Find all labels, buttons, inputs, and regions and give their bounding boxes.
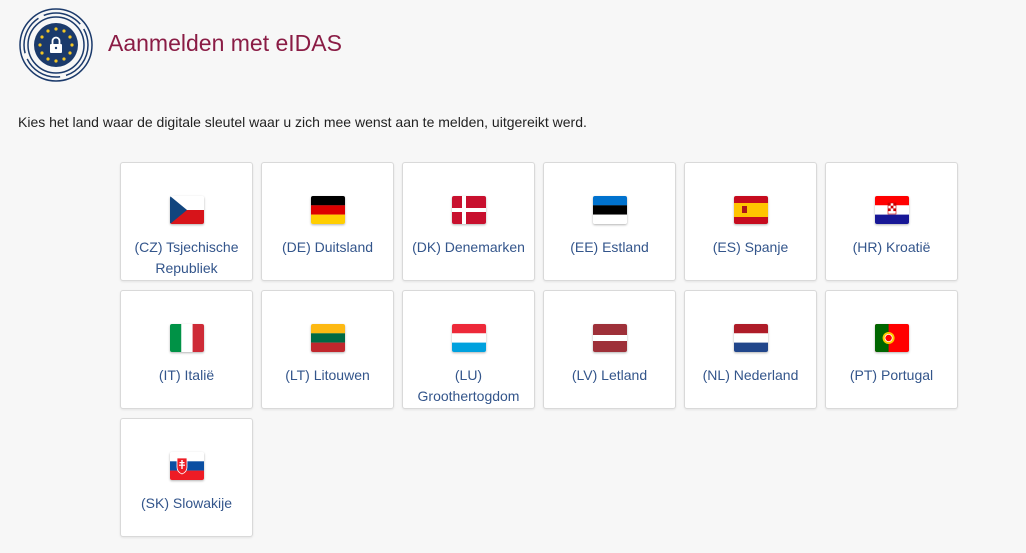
- country-card-hr[interactable]: (HR) Kroatië: [825, 162, 958, 281]
- country-card-lt[interactable]: (LT) Litouwen: [261, 290, 394, 409]
- country-card-it[interactable]: (IT) Italië: [120, 290, 253, 409]
- slovak-flag-icon: [169, 452, 204, 480]
- country-label[interactable]: (LV) Letland: [548, 365, 671, 386]
- country-label[interactable]: (HR) Kroatië: [830, 237, 953, 258]
- country-label[interactable]: (EE) Estland: [548, 237, 671, 258]
- country-label[interactable]: (PT) Portugal: [830, 365, 953, 386]
- estonian-flag-icon: [592, 196, 627, 224]
- portuguese-flag-icon: [874, 324, 909, 352]
- country-card-lu[interactable]: (LU) Groothertogdom: [402, 290, 535, 409]
- czech-flag-icon: [169, 196, 204, 224]
- country-label[interactable]: (LT) Litouwen: [266, 365, 389, 386]
- dutch-flag-icon: [733, 324, 768, 352]
- page-title: Aanmelden met eIDAS: [108, 30, 342, 56]
- page-header: [18, 7, 94, 83]
- eidas-lock-logo-icon: [19, 8, 93, 82]
- country-card-sk[interactable]: (SK) Slowakije: [120, 418, 253, 537]
- country-card-lv[interactable]: (LV) Letland: [543, 290, 676, 409]
- luxembourg-flag-icon: [451, 324, 486, 352]
- country-label[interactable]: (DK) Denemarken: [407, 237, 530, 258]
- country-card-dk[interactable]: (DK) Denemarken: [402, 162, 535, 281]
- country-label[interactable]: (ES) Spanje: [689, 237, 812, 258]
- latvian-flag-icon: [592, 324, 627, 352]
- country-card-cz[interactable]: (CZ) Tsjechische Republiek: [120, 162, 253, 281]
- italian-flag-icon: [169, 324, 204, 352]
- country-grid: (CZ) Tsjechische Republiek (DE) Duitslan…: [120, 162, 958, 537]
- lithuanian-flag-icon: [310, 324, 345, 352]
- country-card-pt[interactable]: (PT) Portugal: [825, 290, 958, 409]
- danish-flag-icon: [451, 196, 486, 224]
- country-label[interactable]: (CZ) Tsjechische Republiek: [125, 237, 248, 279]
- country-label[interactable]: (DE) Duitsland: [266, 237, 389, 258]
- country-card-ee[interactable]: (EE) Estland: [543, 162, 676, 281]
- country-label[interactable]: (IT) Italië: [125, 365, 248, 386]
- country-label[interactable]: (LU) Groothertogdom: [407, 365, 530, 407]
- country-card-de[interactable]: (DE) Duitsland: [261, 162, 394, 281]
- german-flag-icon: [310, 196, 345, 224]
- spanish-flag-icon: [733, 196, 768, 224]
- intro-text: Kies het land waar de digitale sleutel w…: [18, 114, 587, 130]
- country-card-nl[interactable]: (NL) Nederland: [684, 290, 817, 409]
- croatian-flag-icon: [874, 196, 909, 224]
- country-label[interactable]: (NL) Nederland: [689, 365, 812, 386]
- country-card-es[interactable]: (ES) Spanje: [684, 162, 817, 281]
- country-label[interactable]: (SK) Slowakije: [125, 493, 248, 514]
